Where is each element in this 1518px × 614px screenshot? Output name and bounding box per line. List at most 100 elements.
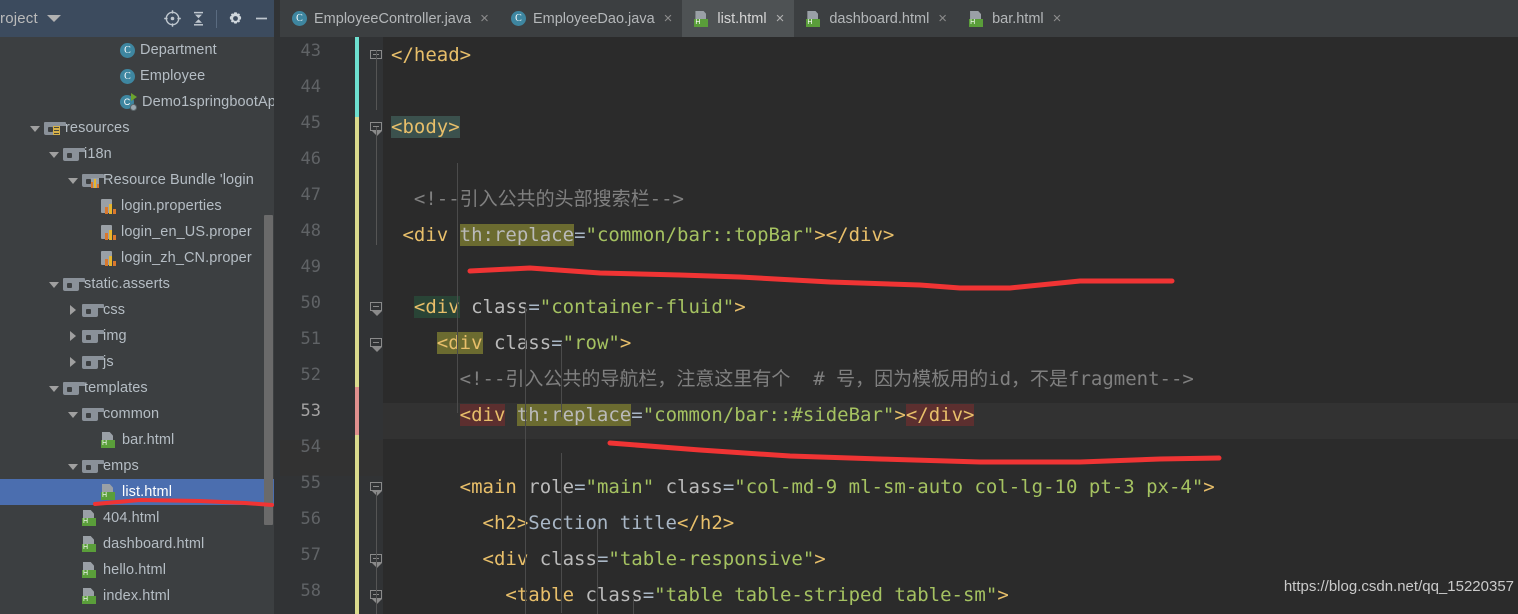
code-editor[interactable]: </head> <body> <!--引入公共的头部搜索栏--> <div th:…	[383, 37, 1518, 614]
html-file-icon: H	[694, 10, 710, 27]
chevron-right-icon[interactable]	[67, 356, 80, 369]
code-line[interactable]: <h2>Section title</h2>	[383, 505, 1518, 541]
project-tree[interactable]: C Department C Employee C Demo1springbootApp r…	[0, 37, 280, 614]
line-number: 43	[300, 41, 321, 61]
editor-tab[interactable]: Hbar.html ×	[957, 0, 1071, 37]
code-line[interactable]	[383, 145, 1518, 181]
line-number: 57	[300, 545, 321, 565]
code-line[interactable]: <div th:replace="common/bar::#sideBar"><…	[383, 397, 1518, 433]
tree-item[interactable]: login.properties	[0, 193, 280, 219]
tree-item[interactable]: templates	[0, 375, 280, 401]
chevron-down-icon[interactable]	[29, 122, 42, 135]
spring-boot-app-icon: C	[120, 93, 137, 111]
tree-item-label: Department	[140, 42, 217, 58]
folder-icon	[82, 407, 104, 421]
code-line[interactable]	[383, 253, 1518, 289]
tree-item[interactable]: resources	[0, 115, 280, 141]
tree-item-label: common	[103, 406, 160, 422]
chevron-down-icon[interactable]	[46, 15, 61, 22]
tree-item-label: Resource Bundle 'login	[103, 172, 254, 188]
code-line[interactable]: <body>	[383, 109, 1518, 145]
tool-window-actions	[159, 0, 280, 37]
tree-item[interactable]: emps	[0, 453, 280, 479]
gear-icon[interactable]	[222, 6, 248, 32]
editor-tab-label: bar.html	[992, 10, 1044, 27]
tree-item[interactable]: C Employee	[0, 63, 280, 89]
chevron-down-icon[interactable]	[48, 148, 61, 161]
chevron-down-icon[interactable]	[48, 382, 61, 395]
folder-icon	[63, 277, 85, 291]
tree-item[interactable]: C Demo1springbootApp	[0, 89, 280, 115]
code-line[interactable]: <!--引入公共的头部搜索栏-->	[383, 181, 1518, 217]
code-line[interactable]: <div class="row">	[383, 325, 1518, 361]
locate-icon[interactable]	[159, 6, 185, 32]
tree-item[interactable]: img	[0, 323, 280, 349]
editor-tab[interactable]: C EmployeeController.java ×	[280, 0, 499, 37]
chevron-down-icon[interactable]	[67, 174, 80, 187]
tree-item-selected[interactable]: Hlist.html	[0, 479, 280, 505]
editor-tab-bar: C EmployeeController.java × C EmployeeDao.ja…	[280, 0, 1518, 37]
tree-item-label: 404.html	[103, 510, 160, 526]
editor-tab[interactable]: Hlist.html ×	[682, 0, 795, 37]
code-line[interactable]: </head>	[383, 37, 1518, 73]
close-icon[interactable]: ×	[938, 11, 947, 26]
chevron-down-icon[interactable]	[48, 278, 61, 291]
project-tool-window: roject C Department C Employee C Demo1sp…	[0, 0, 280, 614]
html-file-icon: H	[969, 10, 985, 27]
code-fold-marker[interactable]	[370, 302, 383, 316]
tree-item[interactable]: static.asserts	[0, 271, 280, 297]
line-number: 45	[300, 113, 321, 133]
chevron-right-icon[interactable]	[67, 304, 80, 317]
tree-item[interactable]: css	[0, 297, 280, 323]
tree-item[interactable]: login_zh_CN.proper	[0, 245, 280, 271]
tree-item[interactable]: Resource Bundle 'login	[0, 167, 280, 193]
tree-item[interactable]: Hindex.html	[0, 583, 280, 609]
chevron-down-icon[interactable]	[67, 460, 80, 473]
html-file-icon: H	[101, 484, 117, 500]
collapse-all-icon[interactable]	[185, 6, 211, 32]
tree-item[interactable]: C Department	[0, 37, 280, 63]
tree-item-label: resources	[65, 120, 130, 136]
tree-item[interactable]: js	[0, 349, 280, 375]
minimize-icon[interactable]	[248, 6, 274, 32]
editor-gutter[interactable]: 43 44 45 46 47 48 49 50 51 52 53 54 55 56 57 58	[280, 37, 383, 614]
chevron-right-icon[interactable]	[67, 330, 80, 343]
project-tree-scrollbar[interactable]	[264, 215, 273, 525]
code-line[interactable]: <div class="table-responsive">	[383, 541, 1518, 577]
code-line[interactable]: <div th:replace="common/bar::topBar"></d…	[383, 217, 1518, 253]
editor-tab[interactable]: C EmployeeDao.java ×	[499, 0, 682, 37]
line-number: 58	[300, 581, 321, 601]
close-icon[interactable]: ×	[1053, 11, 1062, 26]
close-icon[interactable]: ×	[776, 11, 785, 26]
tree-item-label: templates	[84, 380, 148, 396]
tree-item[interactable]: Hdashboard.html	[0, 531, 280, 557]
indent-guide	[633, 597, 634, 614]
code-line[interactable]: <!--引入公共的导航栏，注意这里有个 # 号，因为模板用的id，不是fragm…	[383, 361, 1518, 397]
tree-item[interactable]: Hbar.html	[0, 427, 280, 453]
close-icon[interactable]: ×	[664, 11, 673, 26]
tree-item[interactable]: login_en_US.proper	[0, 219, 280, 245]
tree-item[interactable]: Hhello.html	[0, 557, 280, 583]
tree-item[interactable]: H 404.html	[0, 505, 280, 531]
tree-item[interactable]: common	[0, 401, 280, 427]
editor-area: C EmployeeController.java × C EmployeeDao.ja…	[280, 0, 1518, 614]
code-line[interactable]	[383, 73, 1518, 109]
close-icon[interactable]: ×	[480, 11, 489, 26]
indent-guide	[561, 343, 562, 417]
code-line[interactable]	[383, 433, 1518, 469]
code-line[interactable]: <div class="container-fluid">	[383, 289, 1518, 325]
properties-file-icon	[101, 224, 116, 240]
code-fold-marker[interactable]	[370, 338, 383, 352]
folder-icon	[82, 459, 104, 473]
code-line[interactable]: <main role="main" class="col-md-9 ml-sm-…	[383, 469, 1518, 505]
tree-item-label: static.asserts	[84, 276, 171, 292]
chevron-down-icon[interactable]	[67, 408, 80, 421]
tree-item[interactable]: i18n	[0, 141, 280, 167]
editor-tab[interactable]: Hdashboard.html ×	[794, 0, 957, 37]
line-number: 48	[300, 221, 321, 241]
html-file-icon: H	[82, 510, 98, 526]
